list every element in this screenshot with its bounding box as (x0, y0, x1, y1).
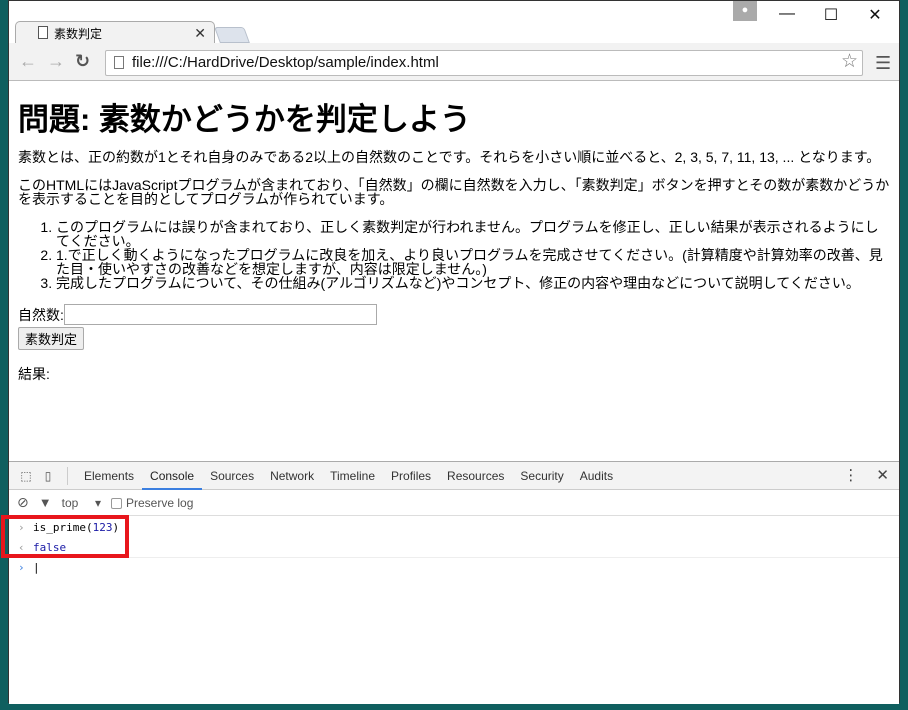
list-item: 1.で正しく動くようになったプログラムに改良を加え、より良いプログラムを完成させ… (56, 248, 890, 276)
page-title: 問題: 素数かどうかを判定しよう (18, 102, 471, 137)
tab-sources[interactable]: Sources (202, 462, 262, 490)
maximize-button[interactable]: ☐ (821, 5, 841, 25)
intro-paragraph: 素数とは、正の約数が1とそれ自身のみである2以上の自然数のことです。それらを小さ… (18, 149, 881, 165)
page-icon (38, 26, 48, 39)
devtools-panel: ⬚ ▯ Elements Console Sources Network Tim… (9, 461, 899, 704)
devtools-tabbar: ⬚ ▯ Elements Console Sources Network Tim… (9, 462, 899, 490)
tab-title: 素数判定 (54, 26, 103, 41)
browser-toolbar: ← → ↻ file:///C:/HardDrive/Desktop/sampl… (9, 43, 899, 81)
inspect-element-icon[interactable]: ⬚ (15, 469, 37, 483)
tab-network[interactable]: Network (262, 462, 322, 490)
task-list: このプログラムには誤りが含まれており、正しく素数判定が行われません。プログラムを… (18, 220, 890, 290)
filter-icon[interactable]: ▼ (39, 495, 52, 510)
menu-icon[interactable]: ☰ (875, 53, 891, 74)
clear-console-icon[interactable]: ⊘ (17, 494, 29, 511)
tab-elements[interactable]: Elements (76, 462, 142, 490)
list-item: 完成したプログラムについて、その仕組み(アルゴリズムなど)やコンセプト、修正の内… (56, 276, 890, 290)
close-devtools-icon[interactable]: ✕ (876, 466, 889, 484)
tab-audits[interactable]: Audits (572, 462, 621, 490)
close-window-button[interactable]: ✕ (865, 5, 885, 25)
context-label: top (61, 495, 79, 510)
number-label: 自然数: (18, 306, 64, 323)
prompt-chevron-icon: › (18, 561, 25, 574)
highlight-box (1, 515, 129, 558)
device-mode-icon[interactable]: ▯ (37, 469, 59, 483)
preserve-log-label: Preserve log (126, 495, 194, 510)
minimize-button[interactable]: — (777, 5, 797, 23)
address-bar[interactable]: file:///C:/HardDrive/Desktop/sample/inde… (105, 50, 863, 76)
description-paragraph: このHTMLにはJavaScriptプログラムが含まれており、「自然数」の欄に自… (18, 177, 890, 207)
tab-timeline[interactable]: Timeline (322, 462, 383, 490)
browser-window: 素数判定 ✕ ● — ☐ ✕ ← → ↻ file:///C:/HardDriv… (8, 0, 900, 704)
tab-close-icon[interactable]: ✕ (194, 25, 206, 42)
preserve-log-checkbox[interactable]: Preserve log (111, 496, 193, 510)
url-text: file:///C:/HardDrive/Desktop/sample/inde… (132, 54, 439, 71)
context-select[interactable]: top ▾ (62, 496, 101, 510)
profile-icon[interactable]: ● (733, 1, 757, 21)
page-content: 問題: 素数かどうかを判定しよう 素数とは、正の約数が1とそれ自身のみである2以… (9, 82, 899, 461)
judge-button[interactable]: 素数判定 (18, 327, 85, 350)
number-field-row: 自然数: (18, 304, 890, 325)
divider (67, 466, 68, 485)
number-input[interactable] (63, 304, 377, 325)
list-item: このプログラムには誤りが含まれており、正しく素数判定が行われません。プログラムを… (56, 220, 890, 248)
new-tab-button[interactable] (214, 27, 250, 43)
result-label: 結果: (18, 366, 50, 382)
checkbox-box (111, 497, 122, 509)
forward-icon[interactable]: → (47, 51, 65, 72)
tab-active[interactable]: 素数判定 ✕ (15, 21, 215, 44)
back-icon[interactable]: ← (19, 51, 37, 72)
tab-resources[interactable]: Resources (439, 462, 512, 490)
console-filterbar: ⊘ ▼ top ▾ Preserve log (9, 490, 899, 516)
bookmark-star-icon[interactable]: ☆ (841, 50, 858, 74)
console-prompt[interactable]: › | (9, 558, 899, 578)
title-bar: 素数判定 ✕ ● — ☐ ✕ (9, 1, 899, 44)
file-icon (114, 56, 124, 69)
tab-profiles[interactable]: Profiles (383, 462, 439, 490)
console-output-line: ‹ false (9, 538, 899, 558)
console-input-line: › is_prime(123) (9, 518, 899, 538)
tab-console[interactable]: Console (142, 462, 203, 490)
tab-security[interactable]: Security (512, 462, 571, 490)
more-options-icon[interactable]: ⋮ (843, 466, 858, 484)
reload-icon[interactable]: ↻ (75, 51, 90, 72)
